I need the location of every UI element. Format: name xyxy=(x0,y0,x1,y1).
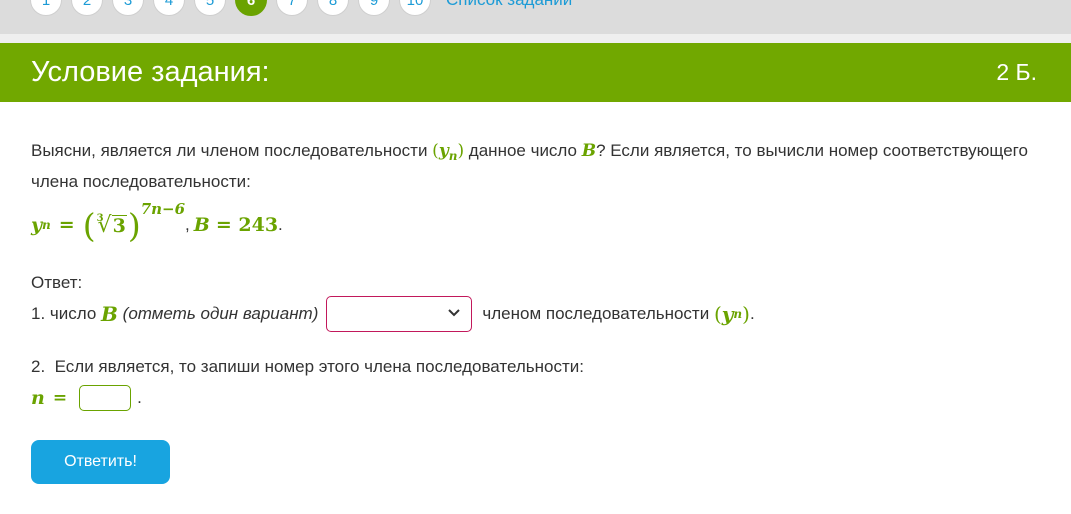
row3-end: . xyxy=(137,388,142,407)
page-button-3[interactable]: 3 xyxy=(112,0,144,16)
task-list-link[interactable]: Список заданий xyxy=(446,0,572,10)
formula-end: . xyxy=(278,215,283,234)
task-header: Условие задания: 2 Б. xyxy=(0,43,1071,102)
formula-b-symbol: B xyxy=(193,214,210,236)
number-symbol: B xyxy=(581,141,597,161)
row1-hint: (отметь один вариант) xyxy=(117,304,319,324)
chevron-down-icon xyxy=(448,309,461,317)
page-button-6[interactable]: 6 xyxy=(235,0,267,16)
page-button-5[interactable]: 5 xyxy=(194,0,226,16)
formula-lhs-subscript: n xyxy=(42,218,51,232)
answer-row-1: 1. число B (отметь один вариант) членом … xyxy=(31,295,755,333)
page-button-2[interactable]: 2 xyxy=(71,0,103,16)
row1-seq-subscript: n xyxy=(733,307,743,321)
page-button-8[interactable]: 8 xyxy=(317,0,349,16)
term-number-input[interactable] xyxy=(79,385,132,411)
submit-button[interactable]: Ответить! xyxy=(31,440,170,484)
formula-equals: = xyxy=(58,214,75,236)
n-equals: = xyxy=(52,388,68,408)
row1-paren-open: ( xyxy=(713,302,722,326)
question-part-1: Выясни, является ли членом последователь… xyxy=(31,141,433,160)
page-button-4[interactable]: 4 xyxy=(153,0,185,16)
row1-paren-close: ) xyxy=(742,302,750,326)
question-text: Выясни, является ли членом последователь… xyxy=(31,138,1031,194)
row1-suffix: членом последовательности xyxy=(482,304,714,323)
page-button-1[interactable]: 1 xyxy=(30,0,62,16)
seq-symbol: y xyxy=(438,141,449,161)
page-button-7[interactable]: 7 xyxy=(276,0,308,16)
score-badge: 2 Б. xyxy=(996,59,1037,85)
n-symbol: n xyxy=(31,387,45,409)
question-part-2: данное число xyxy=(464,141,582,160)
radicand: 3 xyxy=(111,214,127,237)
page-button-10[interactable]: 10 xyxy=(399,0,431,16)
divider xyxy=(0,34,1071,43)
row1-end: . xyxy=(749,304,755,323)
row1-hint-text: (отметь один вариант) xyxy=(117,304,319,323)
formula-b-value: = 243 xyxy=(215,214,279,236)
sequence-formula: yn = ( 3 √ 3 ) 7n−6 , B = 243 . xyxy=(31,200,283,247)
page-title: Условие задания: xyxy=(31,56,270,88)
cube-root: 3 √ 3 xyxy=(97,213,127,238)
row1-prefix: 1. число xyxy=(31,304,102,323)
row1-symbol: B xyxy=(101,302,118,326)
answer-row-3: n = . xyxy=(31,385,142,411)
answer-label: Ответ: xyxy=(31,273,83,292)
radical-index: 3 xyxy=(96,212,104,224)
formula-exponent: 7n−6 xyxy=(140,200,186,218)
membership-select[interactable] xyxy=(326,296,473,332)
formula-paren-open: ( xyxy=(82,205,96,245)
formula-paren-close: ) xyxy=(127,205,141,245)
row1-seq-symbol: y xyxy=(721,302,734,326)
page-button-9[interactable]: 9 xyxy=(358,0,390,16)
paren-open: ( xyxy=(432,141,439,161)
answer-row-2: 2. Если является, то запиши номер этого … xyxy=(31,357,584,376)
pagination-bar: 123456789 10 Список заданий xyxy=(0,0,1071,34)
pagination: 123456789 10 Список заданий xyxy=(30,0,572,16)
formula-separator: , xyxy=(185,215,190,234)
formula-lhs-symbol: y xyxy=(31,214,43,236)
